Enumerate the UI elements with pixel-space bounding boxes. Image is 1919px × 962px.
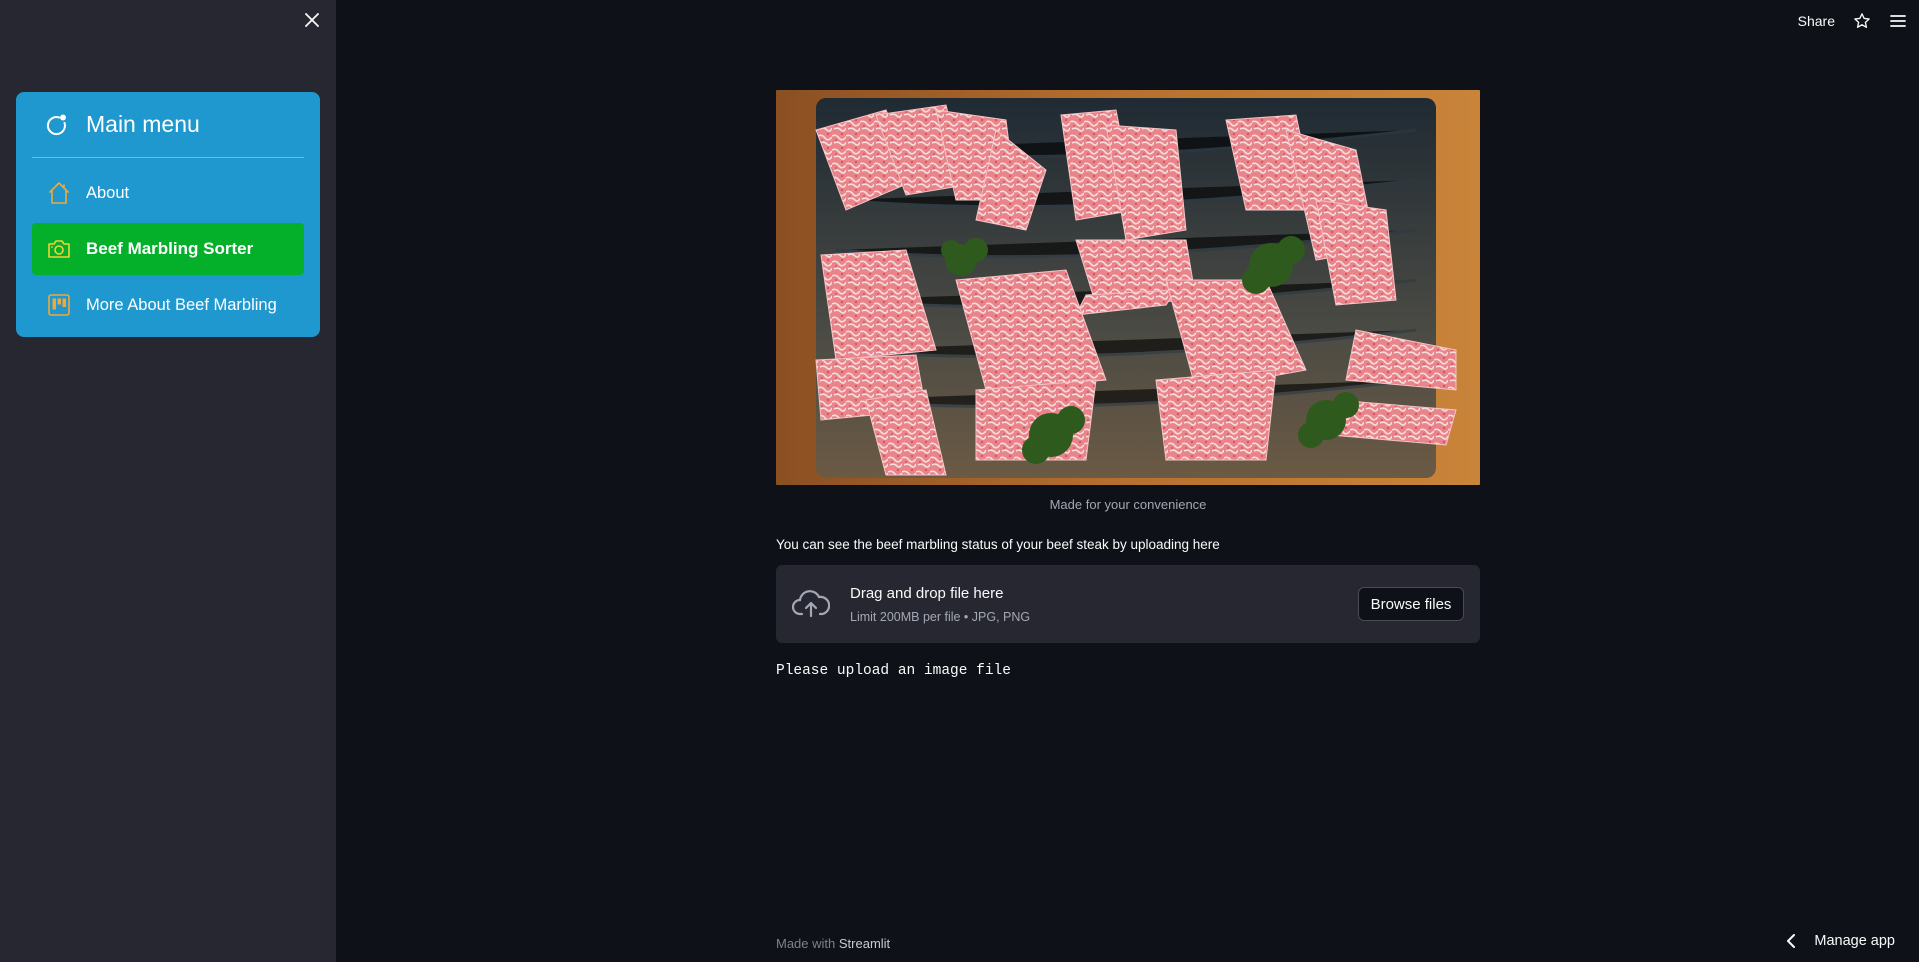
kanban-icon [48, 294, 70, 316]
browse-files-button[interactable]: Browse files [1358, 587, 1464, 621]
status-message: Please upload an image file [776, 663, 1011, 679]
menu-item-more-about-beef-marbling[interactable]: More About Beef Marbling [32, 280, 304, 330]
wagyu-beef-image [776, 90, 1480, 485]
image-caption: Made for your convenience [1049, 497, 1207, 512]
menu-item-beef-marbling-sorter[interactable]: Beef Marbling Sorter [32, 223, 304, 275]
top-toolbar: Share [1798, 10, 1907, 32]
close-sidebar-button[interactable] [301, 9, 323, 31]
star-icon [1854, 13, 1870, 28]
manage-app-button[interactable]: Manage app [1786, 933, 1895, 949]
file-uploader-dropzone[interactable]: Drag and drop file here Limit 200MB per … [776, 565, 1480, 643]
streamlit-link[interactable]: Streamlit [839, 936, 890, 951]
manage-app-label: Manage app [1814, 933, 1895, 949]
menu-header: Main menu [32, 92, 304, 158]
menu-item-label: More About Beef Marbling [86, 295, 277, 314]
footer: Made with Streamlit [776, 936, 890, 951]
app-indicator-icon [46, 114, 66, 135]
hamburger-icon [1890, 15, 1906, 27]
menu-item-about[interactable]: About [32, 168, 304, 218]
menu-item-label: Beef Marbling Sorter [86, 239, 254, 258]
uploader-title: Drag and drop file here [850, 584, 1004, 602]
uploader-limit: Limit 200MB per file • JPG, PNG [850, 609, 1031, 624]
favorite-button[interactable] [1853, 12, 1871, 30]
sidebar: Main menu About Beef Marbling Sorter Mor… [0, 0, 336, 962]
main-menu-button[interactable] [1889, 12, 1907, 30]
main-menu: Main menu About Beef Marbling Sorter Mor… [16, 92, 320, 337]
menu-title: Main menu [86, 111, 200, 137]
upload-instructions: You can see the beef marbling status of … [776, 537, 1220, 552]
house-icon [49, 182, 69, 204]
share-button[interactable]: Share [1798, 13, 1835, 29]
uploader-text: Drag and drop file here Limit 200MB per … [850, 585, 1030, 624]
menu-item-label: About [86, 183, 130, 202]
main-content: Made for your convenience You can see th… [776, 90, 1480, 679]
chevron-left-icon [1787, 934, 1796, 948]
footer-prefix: Made with [776, 936, 836, 951]
cloud-upload-icon [792, 590, 830, 618]
close-icon [305, 13, 319, 27]
camera-icon [48, 240, 70, 258]
